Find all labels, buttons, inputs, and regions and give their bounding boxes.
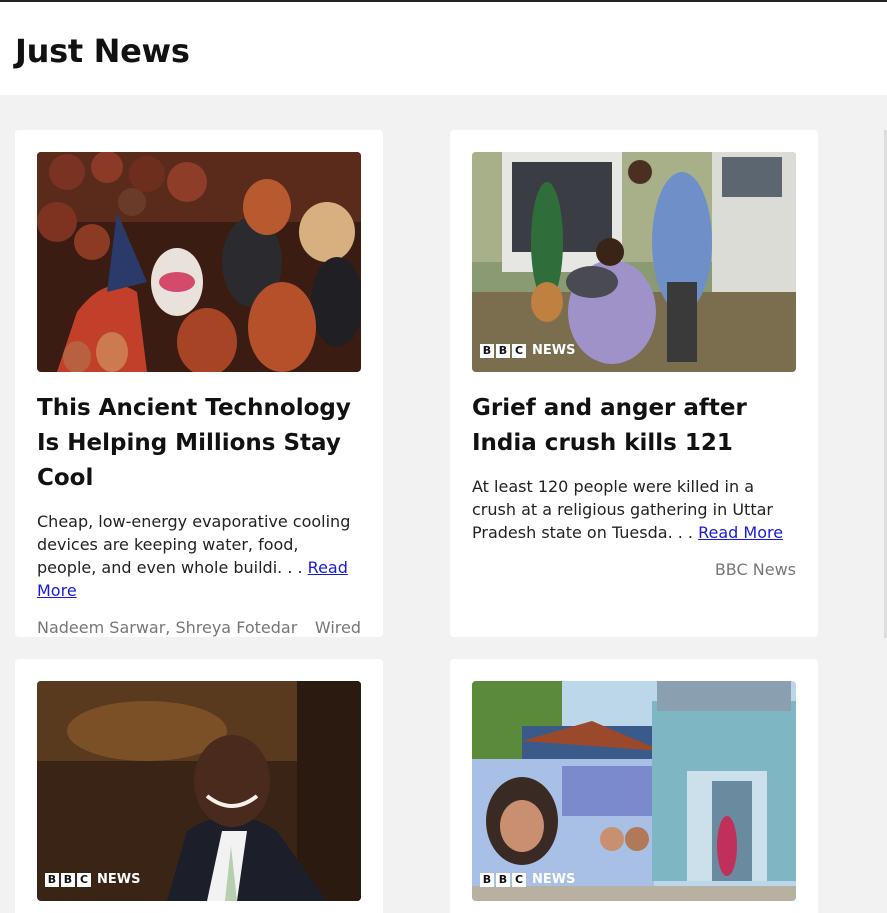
bbc-news-badge: B B C NEWS xyxy=(45,872,140,887)
news-card[interactable]: B B C NEWS xyxy=(15,659,383,913)
news-card[interactable]: This Ancient Technology Is Helping Milli… xyxy=(15,130,383,637)
badge-word: NEWS xyxy=(97,872,141,887)
read-more-link[interactable]: Read More xyxy=(698,523,783,542)
politician-portrait-image[interactable]: B B C NEWS xyxy=(37,681,361,901)
badge-letter: B xyxy=(480,872,494,887)
card-source: Wired xyxy=(314,618,361,637)
grieving-man-image[interactable]: B B C NEWS xyxy=(472,152,796,372)
bbc-news-badge: B B C NEWS xyxy=(480,343,575,358)
card-title[interactable]: Grief and anger after India crush kills … xyxy=(472,391,796,461)
card-source: BBC News xyxy=(714,560,796,579)
badge-letter: C xyxy=(512,343,526,358)
card-meta: BBC News xyxy=(472,560,796,579)
temple-banner-image[interactable]: B B C NEWS xyxy=(472,681,796,901)
badge-letter: B xyxy=(496,872,510,887)
badge-word: NEWS xyxy=(532,343,576,358)
badge-letter: C xyxy=(512,872,526,887)
badge-letter: C xyxy=(77,872,91,887)
card-description: Cheap, low-energy evaporative cooling de… xyxy=(37,510,361,602)
site-header: Just News xyxy=(0,2,887,95)
card-title[interactable]: This Ancient Technology Is Helping Milli… xyxy=(37,391,361,496)
card-meta: Nadeem Sarwar, Shreya Fotedar Wired xyxy=(37,618,361,637)
card-description: At least 120 people were killed in a cru… xyxy=(472,475,796,544)
news-card[interactable]: B B C NEWS Grief and anger after India c… xyxy=(450,130,818,637)
badge-letter: B xyxy=(480,343,494,358)
badge-word: NEWS xyxy=(532,872,576,887)
clay-pots-image[interactable] xyxy=(37,152,361,372)
bbc-news-badge: B B C NEWS xyxy=(480,872,575,887)
badge-letter: B xyxy=(45,872,59,887)
card-author: Nadeem Sarwar, Shreya Fotedar xyxy=(37,618,298,637)
description-text: Cheap, low-energy evaporative cooling de… xyxy=(37,512,351,577)
news-card[interactable]: B B C NEWS xyxy=(450,659,818,913)
badge-letter: B xyxy=(496,343,510,358)
site-title: Just News xyxy=(15,32,190,70)
badge-letter: B xyxy=(61,872,75,887)
